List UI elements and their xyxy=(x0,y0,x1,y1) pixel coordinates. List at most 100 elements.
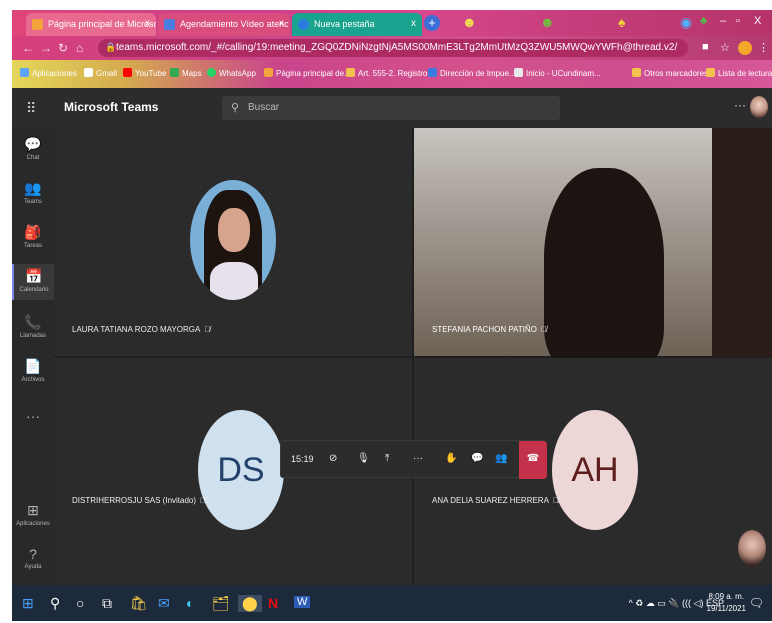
profile-icon[interactable] xyxy=(738,41,752,55)
participant-video-silhouette xyxy=(544,168,664,368)
word-icon[interactable]: W xyxy=(294,596,311,608)
participant-tile[interactable]: LAURA TATIANA ROZO MAYORGA 🎙̸ xyxy=(54,128,412,356)
rail-item-files[interactable]: 📄 Archivos xyxy=(12,358,54,383)
participant-video-tile[interactable]: STEFANIA PACHON PATIÑO 🎙̸ xyxy=(414,128,772,368)
edge-icon[interactable]: ◐ xyxy=(186,595,194,611)
task-view-icon[interactable]: ⧉ xyxy=(102,595,112,612)
home-icon[interactable]: ⌂ xyxy=(76,41,83,55)
browser-tab[interactable]: Página principal de Microsoft O x xyxy=(26,13,156,36)
raise-hand-icon[interactable]: ✋ xyxy=(445,453,457,464)
google-icon xyxy=(84,68,93,77)
camera-indicator-icon[interactable]: ■ xyxy=(702,41,709,53)
clock-time: 8:09 a. m. xyxy=(708,592,745,601)
participant-name: STEFANIA PACHON PATIÑO 🎙̸ xyxy=(432,325,547,334)
bookmark-item[interactable]: Maps xyxy=(170,68,202,78)
rail-item-teams[interactable]: 👥 Teams xyxy=(12,180,54,205)
browser-tab-bar: Página principal de Microsoft O x Agenda… xyxy=(12,10,772,36)
more-options-button[interactable]: ··· xyxy=(734,98,746,112)
search-icon[interactable]: ⚲ xyxy=(50,595,60,612)
participant-name: ANA DELIA SUAREZ HERRERA 🎙̸ xyxy=(432,496,559,505)
rail-item-apps[interactable]: ⊞ Aplicaciones xyxy=(12,502,54,527)
theme-decoration-icon: ☻ xyxy=(540,14,555,30)
reading-list-icon xyxy=(706,68,715,77)
forward-arrow-icon[interactable]: → xyxy=(40,41,52,55)
share-screen-icon[interactable]: ⤒ xyxy=(385,453,389,464)
reload-icon[interactable]: ↻ xyxy=(58,41,68,55)
address-bar-row: ← → ↻ ⌂ 🔒 teams.microsoft.com/_#/calling… xyxy=(12,36,772,60)
netflix-icon[interactable]: N xyxy=(268,595,278,611)
bookmark-item[interactable]: Aplicaciones xyxy=(20,68,77,78)
close-tab-icon[interactable]: x xyxy=(411,18,416,29)
office-favicon-icon xyxy=(32,19,43,30)
close-window-button[interactable]: X xyxy=(754,15,761,27)
files-icon: 📄 xyxy=(24,358,42,374)
windows-taskbar: ⊞ ⚲ ○ ⧉ 🛍 ✉ ◐ 🗂 ⬤ N W ^ ♻ ☁ ▭ 🔌 ((( ◁) E… xyxy=(12,585,772,621)
bookmark-item[interactable]: WhatsApp xyxy=(207,68,256,78)
bookmark-star-icon[interactable]: ☆ xyxy=(720,41,730,54)
tab-title: Página principal de Microsoft O xyxy=(48,19,156,29)
rail-more-button[interactable]: ··· xyxy=(12,408,54,424)
url-text: teams.microsoft.com/_#/calling/19:meetin… xyxy=(116,42,678,53)
mic-off-icon[interactable]: 🎙 xyxy=(357,453,370,464)
rail-item-calls[interactable]: 📞 Llamadas xyxy=(12,314,54,339)
chrome-icon[interactable]: ⬤ xyxy=(238,595,262,612)
apps-grid-icon xyxy=(20,68,29,77)
tasks-icon: 🎒 xyxy=(24,224,42,240)
close-tab-icon[interactable]: x xyxy=(279,18,284,29)
browser-tab-active[interactable]: Nueva pestaña x xyxy=(292,13,422,36)
initials-avatar: AH xyxy=(552,410,638,530)
bookmark-item[interactable]: YouTube xyxy=(123,68,166,78)
notifications-icon[interactable]: 🗨 xyxy=(749,596,764,610)
participants-icon[interactable]: 👥 xyxy=(495,453,507,464)
menu-kebab-icon[interactable]: ⋮ xyxy=(758,41,769,54)
office-icon xyxy=(264,68,273,77)
store-icon[interactable]: 🛍 xyxy=(130,595,148,612)
cortana-icon[interactable]: ○ xyxy=(76,595,84,611)
dian-icon xyxy=(428,68,437,77)
rail-item-help[interactable]: ? Ayuda xyxy=(12,546,54,570)
hang-up-button[interactable]: ☎ xyxy=(519,441,547,479)
rail-item-chat[interactable]: 💬 Chat xyxy=(12,136,54,161)
explorer-icon[interactable]: 🗂 xyxy=(212,595,230,612)
youtube-icon xyxy=(123,68,132,77)
app-title: Microsoft Teams xyxy=(64,100,159,114)
close-tab-icon[interactable]: x xyxy=(145,18,150,29)
bookmark-item[interactable]: Gmail xyxy=(84,68,117,78)
back-arrow-icon[interactable]: ← xyxy=(22,41,34,55)
windows-start-icon[interactable]: ⊞ xyxy=(22,595,34,612)
bookmark-item[interactable]: Otros marcadores xyxy=(632,68,708,78)
mic-muted-icon: 🎙̸ xyxy=(204,325,211,334)
participant-photo-avatar xyxy=(190,180,276,300)
camera-off-icon[interactable]: ⊘ xyxy=(329,453,337,464)
whatsapp-icon xyxy=(207,68,216,77)
participant-name: DISTRIHERROSJU SAS (Invitado) 🎙̸ xyxy=(72,496,207,505)
theme-decoration-icon: ♠ xyxy=(618,14,626,30)
new-tab-button[interactable]: + xyxy=(424,15,440,31)
bookmark-item[interactable]: Página principal de... xyxy=(264,68,351,78)
bookmark-item[interactable]: Inicio - UCundinam... xyxy=(514,68,601,78)
app-launcher-icon[interactable]: ⠿ xyxy=(26,100,36,117)
more-actions-button[interactable]: ··· xyxy=(413,453,423,464)
rail-item-calendar[interactable]: 📅 Calendario xyxy=(12,264,54,300)
browser-tab[interactable]: Agendamiento Vídeo atenc x xyxy=(158,13,290,36)
rail-item-tasks[interactable]: 🎒 Tareas xyxy=(12,224,54,249)
bookmark-item[interactable]: Dirección de Impue... xyxy=(428,68,516,78)
app-rail: 💬 Chat 👥 Teams 🎒 Tareas 📅 Calendario 📞 Llamad… xyxy=(12,128,54,585)
user-avatar[interactable] xyxy=(750,96,768,118)
restore-button[interactable]: ▫ xyxy=(736,15,740,27)
clock[interactable]: 8:09 a. m. 19/11/2021 xyxy=(707,591,746,615)
chat-toggle-icon[interactable]: 💬 xyxy=(471,453,483,464)
mail-icon[interactable]: ✉ xyxy=(158,595,170,612)
mic-muted-icon: 🎙̸ xyxy=(200,496,207,505)
chat-icon: 💬 xyxy=(24,136,42,152)
bookmark-item[interactable]: Lista de lectura xyxy=(706,68,772,78)
bookmark-item[interactable]: Art. 555-2. Registro... xyxy=(346,68,434,78)
calendar-icon: 📅 xyxy=(25,268,43,284)
minimize-button[interactable]: – xyxy=(720,15,726,27)
tab-title: Agendamiento Vídeo atenc xyxy=(180,19,289,29)
url-field[interactable]: 🔒 teams.microsoft.com/_#/calling/19:meet… xyxy=(98,39,688,57)
search-input[interactable]: ⚲ Buscar xyxy=(222,96,560,120)
folder-icon xyxy=(632,68,641,77)
self-view-avatar[interactable] xyxy=(738,530,766,566)
clock-date: 19/11/2021 xyxy=(706,604,746,613)
